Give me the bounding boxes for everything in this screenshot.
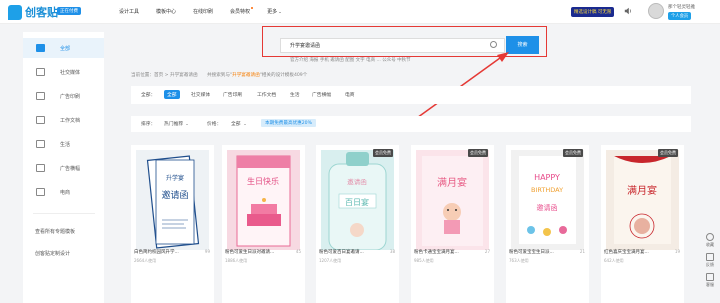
breadcrumb: 当前位置：首页 > 升学宴邀请函 共搜索到与"升学宴邀请函"相关的设计模板409… <box>131 73 308 78</box>
filter-chip-banner[interactable]: 广告横幅 <box>309 90 334 99</box>
breadcrumb-home[interactable]: 首页 <box>154 73 163 78</box>
template-title[interactable]: 粉色可爱宝宝生日派... <box>509 249 554 255</box>
filter-chip-all[interactable]: 全部 <box>164 90 180 99</box>
usage-count: 1207人使用 <box>319 258 342 263</box>
svg-text:升学宴: 升学宴 <box>166 174 184 182</box>
usage-count: 763人使用 <box>509 258 529 263</box>
category-filter-bar: 全部： 全部 社交媒体 广告印刷 工作文档 生活 广告横幅 电商 <box>131 86 691 104</box>
usage-count: 2664人使用 <box>134 258 157 263</box>
template-thumbnail[interactable]: 升学宴 邀请函 <box>136 150 209 250</box>
vip-free-badge: 会员免费 <box>658 149 678 157</box>
usage-count: 642人使用 <box>604 258 624 263</box>
feedback-button[interactable]: 反馈 <box>702 253 718 268</box>
template-title[interactable]: 红色喜庆宝宝满月宴... <box>604 249 649 255</box>
filter-chip-ecommerce[interactable]: 电商 <box>342 90 358 99</box>
chat-icon <box>706 273 714 281</box>
template-title[interactable]: 粉色卡通宝宝满月宴... <box>414 249 459 255</box>
usage-count: 1886人使用 <box>225 258 248 263</box>
filter-chip-life[interactable]: 生活 <box>287 90 303 99</box>
svg-text:HAPPY: HAPPY <box>534 173 560 182</box>
usage-count: 985人使用 <box>414 258 434 263</box>
template-thumbnail[interactable]: HAPPY BIRTHDAY 邀请函 <box>511 150 584 250</box>
favorite-count: 99 <box>204 249 210 254</box>
sort-filter-bar: 排序： 热门推荐 价格： 全部 本期免费最高优惠20% <box>131 116 691 132</box>
vip-free-badge: 会员免费 <box>468 149 488 157</box>
favorite-count: 45 <box>295 249 301 254</box>
result-keyword: 升学宴邀请函 <box>232 73 260 78</box>
favorite-count: 21 <box>579 249 585 254</box>
svg-text:满月宴: 满月宴 <box>437 176 467 189</box>
template-title[interactable]: 粉色可爱生日派对邀请... <box>225 249 274 255</box>
template-card[interactable]: 满月宴 会员免费 粉色卡通宝宝满月宴... 27 985人使用 <box>411 145 494 303</box>
service-button[interactable]: 客服 <box>702 273 718 288</box>
template-title[interactable]: 白色简约校园风升学... <box>134 249 179 255</box>
favorite-count: 19 <box>674 249 680 254</box>
svg-text:邀请函: 邀请函 <box>347 177 367 186</box>
filter-chip-document[interactable]: 工作文档 <box>254 90 279 99</box>
breadcrumb-current: 升学宴邀请函 <box>169 73 198 78</box>
discount-notice[interactable]: 本期免费最高优惠20% <box>261 119 316 127</box>
svg-text:BIRTHDAY: BIRTHDAY <box>531 186 563 194</box>
template-thumbnail[interactable]: 满月宴 <box>606 150 679 250</box>
feedback-icon <box>706 253 714 261</box>
sort-label: 排序： <box>141 122 156 127</box>
category-filter-label: 全部： <box>141 93 156 98</box>
filter-chip-social[interactable]: 社交媒体 <box>188 90 213 99</box>
svg-text:百日宴: 百日宴 <box>345 197 369 207</box>
template-card[interactable]: HAPPY BIRTHDAY 邀请函 会员免费 粉色可爱宝宝生日派... 21 … <box>506 145 589 303</box>
favorite-count: 38 <box>389 249 395 254</box>
vip-free-badge: 会员免费 <box>373 149 393 157</box>
sort-select[interactable]: 热门推荐 <box>164 120 188 127</box>
favorite-count: 27 <box>484 249 490 254</box>
svg-text:生日快乐: 生日快乐 <box>247 176 279 186</box>
template-card[interactable]: 邀请函 百日宴 会员免费 粉色可爱百日宴邀请... 38 1207人使用 <box>316 145 399 303</box>
template-thumbnail[interactable]: 生日快乐 <box>227 150 300 250</box>
svg-text:邀请函: 邀请函 <box>161 189 188 201</box>
price-select[interactable]: 全部 <box>231 120 246 127</box>
svg-text:邀请函: 邀请函 <box>537 203 558 212</box>
template-thumbnail[interactable]: 满月宴 <box>416 150 489 250</box>
price-label: 价格： <box>207 122 222 127</box>
template-card[interactable]: 满月宴 会员免费 红色喜庆宝宝满月宴... 19 642人使用 <box>601 145 684 303</box>
favorite-button[interactable]: 收藏 <box>702 233 718 248</box>
template-title[interactable]: 粉色可爱百日宴邀请... <box>319 249 364 255</box>
vip-free-badge: 会员免费 <box>563 149 583 157</box>
svg-text:满月宴: 满月宴 <box>627 184 657 197</box>
filter-chip-print[interactable]: 广告印刷 <box>220 90 245 99</box>
template-card[interactable]: 生日快乐 粉色可爱生日派对邀请... 45 1886人使用 <box>222 145 305 303</box>
template-card[interactable]: 升学宴 邀请函 白色简约校园风升学... 99 2664人使用 <box>131 145 214 303</box>
heart-icon <box>706 233 714 241</box>
template-thumbnail[interactable]: 邀请函 百日宴 <box>321 150 394 250</box>
